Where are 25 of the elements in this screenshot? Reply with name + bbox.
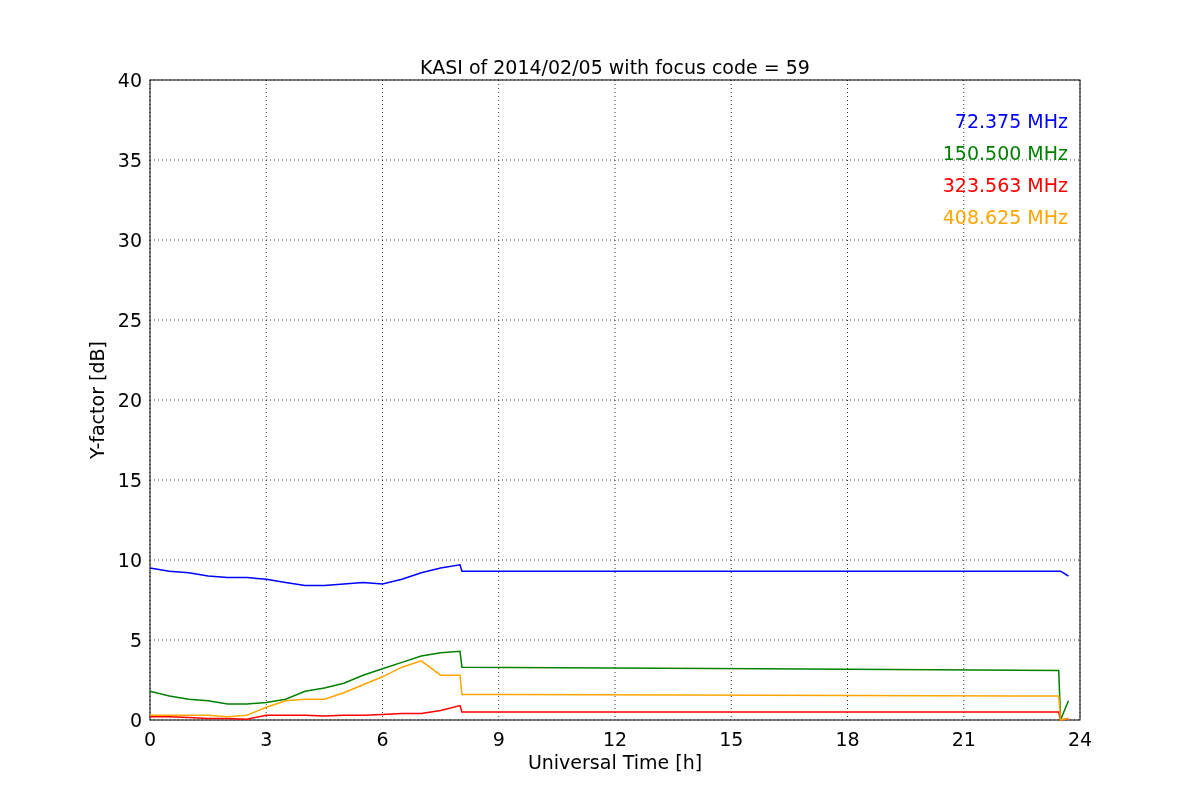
x-tick-label: 12 bbox=[602, 728, 628, 750]
x-tick-label: 21 bbox=[951, 728, 976, 750]
y-tick-label: 25 bbox=[117, 309, 142, 331]
x-tick-label: 6 bbox=[376, 728, 389, 750]
y-tick-label: 0 bbox=[129, 709, 142, 731]
x-tick-label: 24 bbox=[1067, 728, 1093, 750]
x-tick-label: 15 bbox=[719, 728, 744, 750]
chart-title: KASI of 2014/02/05 with focus code = 59 bbox=[420, 56, 810, 78]
x-tick-label: 3 bbox=[260, 728, 273, 750]
legend-label: 72.375 MHz bbox=[954, 110, 1068, 132]
x-tick-label: 9 bbox=[492, 728, 505, 750]
y-tick-label: 15 bbox=[117, 469, 142, 491]
legend-label: 408.625 MHz bbox=[942, 206, 1068, 228]
y-tick-label: 35 bbox=[117, 149, 142, 171]
y-tick-label: 5 bbox=[129, 629, 142, 651]
legend-label: 150.500 MHz bbox=[942, 142, 1068, 164]
y-tick-label: 40 bbox=[117, 69, 142, 91]
y-tick-label: 30 bbox=[117, 229, 142, 251]
x-axis-label: Universal Time [h] bbox=[527, 751, 703, 773]
y-tick-label: 20 bbox=[117, 389, 142, 411]
legend-label: 323.563 MHz bbox=[942, 174, 1068, 196]
y-axis-label: Y-factor [dB] bbox=[86, 341, 108, 459]
x-tick-label: 0 bbox=[143, 728, 157, 750]
y-tick-label: 10 bbox=[117, 549, 142, 571]
x-tick-label: 18 bbox=[835, 728, 860, 750]
